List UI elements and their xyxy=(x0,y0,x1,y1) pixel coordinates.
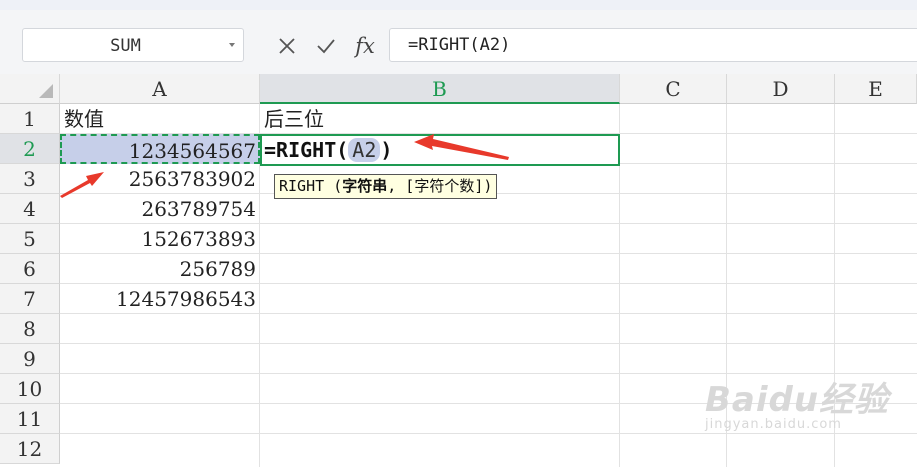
arrow-to-b2 xyxy=(414,134,509,160)
watermark-logo: Baidu经验 xyxy=(705,380,890,420)
watermark: Baidu经验 jingyan.baidu.com xyxy=(705,372,889,432)
arrow-to-a2 xyxy=(60,172,104,198)
